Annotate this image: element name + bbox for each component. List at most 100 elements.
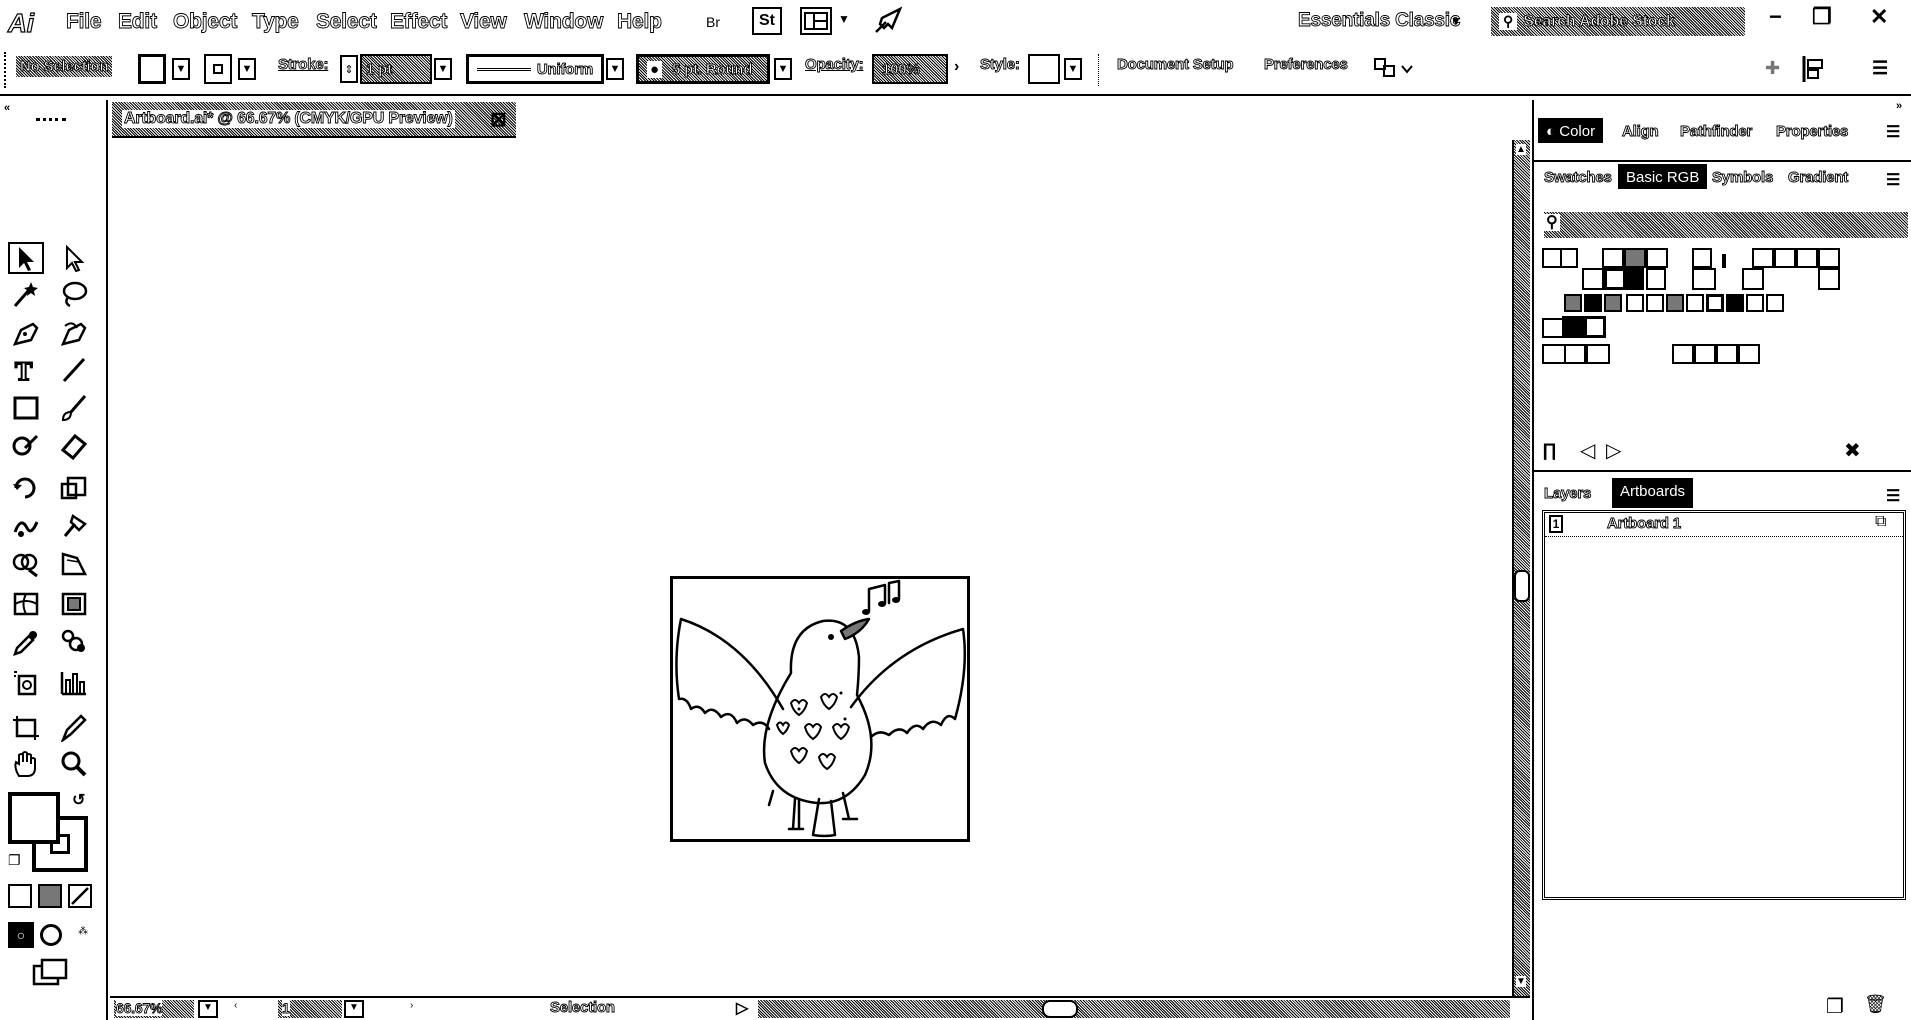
fill-swatch[interactable]	[138, 54, 166, 84]
symbol-swatch[interactable]	[1766, 294, 1784, 312]
next-library-icon[interactable]: ▷	[1606, 438, 1621, 463]
document-setup-button[interactable]: Document Setup	[1117, 56, 1234, 74]
document-tab[interactable]: Artboard.ai* @ 66.67% (CMYK/GPU Preview)	[112, 102, 516, 138]
minimize-button[interactable]: −	[1769, 4, 1782, 30]
vertical-scrollbar[interactable]: ▲ ▼	[1512, 140, 1530, 998]
panel-menu-icon[interactable]: ☰	[1886, 486, 1900, 506]
selection-tool-icon[interactable]	[8, 242, 44, 274]
puppet-warp-icon[interactable]	[56, 510, 92, 542]
symbol-swatch[interactable]	[1560, 248, 1578, 268]
align-icon[interactable]	[1800, 54, 1826, 89]
symbol-swatch[interactable]	[1716, 344, 1738, 364]
symbol-swatch[interactable]	[1626, 268, 1644, 290]
delete-symbol-icon[interactable]: ✖	[1844, 438, 1861, 463]
hand-tool-icon[interactable]	[8, 748, 44, 780]
chevron-down-icon[interactable]: ▼	[198, 1000, 218, 1018]
eraser-tool-icon[interactable]	[56, 430, 92, 462]
tab-align[interactable]: Align	[1616, 120, 1665, 143]
symbol-swatch[interactable]	[1584, 294, 1602, 312]
symbol-swatch[interactable]	[1582, 268, 1604, 290]
symbol-swatch[interactable]	[1746, 294, 1764, 312]
new-artboard-icon[interactable]: ❐	[1826, 994, 1844, 1019]
shape-builder-icon[interactable]	[8, 548, 44, 580]
rectangle-tool-icon[interactable]	[8, 392, 44, 424]
pen-tool-icon[interactable]	[8, 318, 44, 350]
menu-type[interactable]: Type	[252, 10, 300, 34]
chevron-down-icon[interactable]: ▼	[172, 58, 190, 80]
collapse-icon[interactable]: «	[4, 102, 10, 114]
menu-edit[interactable]: Edit	[118, 10, 158, 34]
opacity-field[interactable]: 100%	[872, 54, 948, 84]
previous-library-icon[interactable]: ◁	[1580, 438, 1595, 463]
symbol-library-icon[interactable]: ∏	[1542, 440, 1557, 461]
brush-definition[interactable]: ● 5 pt. Round	[636, 54, 770, 84]
canvas[interactable]	[110, 140, 1512, 998]
menu-help[interactable]: Help	[617, 10, 663, 34]
arrange-icon[interactable]	[1372, 56, 1416, 87]
scroll-down-icon[interactable]: ▼	[1516, 976, 1526, 987]
chevron-down-icon[interactable]: ▼	[238, 58, 256, 80]
draw-normal-icon[interactable]: ○	[8, 922, 34, 948]
fill-color-swatch[interactable]	[8, 792, 60, 844]
gradient-tool-icon[interactable]	[56, 588, 92, 620]
scroll-thumb[interactable]	[1514, 570, 1530, 602]
artboard-navigator[interactable]: 1	[278, 1000, 342, 1018]
tab-basic-rgb[interactable]: Basic RGB	[1618, 164, 1708, 189]
stroke-stepper[interactable]: ⇕	[340, 55, 358, 83]
chevron-down-icon[interactable]: ▼	[838, 12, 850, 26]
draw-behind-icon[interactable]	[40, 924, 62, 946]
tab-color[interactable]: ◐ Color	[1538, 118, 1604, 143]
chevron-down-icon[interactable]: ▼	[606, 58, 624, 80]
scroll-thumb[interactable]	[1042, 1000, 1078, 1018]
symbol-swatch[interactable]	[1586, 344, 1610, 364]
menu-select[interactable]: Select	[316, 10, 378, 34]
symbol-swatch[interactable]	[1692, 268, 1716, 290]
perspective-grid-icon[interactable]	[56, 548, 92, 580]
chevron-left-icon[interactable]: ‹	[234, 1000, 237, 1011]
chevron-down-icon[interactable]: ▼	[434, 58, 452, 80]
symbol-swatch[interactable]	[1692, 248, 1712, 268]
bridge-button[interactable]: Br	[706, 14, 720, 30]
direct-selection-tool-icon[interactable]	[56, 242, 92, 274]
symbol-swatch[interactable]	[1742, 268, 1764, 290]
symbol-swatch[interactable]	[1624, 248, 1646, 268]
tab-pathfinder[interactable]: Pathfinder	[1674, 120, 1758, 143]
symbol-swatch[interactable]	[1686, 294, 1704, 312]
symbol-swatch[interactable]	[1752, 248, 1774, 268]
slice-tool-icon[interactable]	[56, 712, 92, 744]
stroke-weight-field[interactable]: 1 pt	[360, 54, 432, 84]
horizontal-scrollbar[interactable]	[758, 1000, 1510, 1018]
screen-mode-icon[interactable]	[30, 958, 72, 988]
warp-tool-icon[interactable]	[8, 510, 44, 542]
chevron-down-icon[interactable]: ▼	[1450, 14, 1462, 28]
status-menu-icon[interactable]: ▷	[736, 998, 748, 1018]
draw-inside-icon[interactable]: ⁂	[78, 926, 88, 937]
symbol-swatch[interactable]	[1694, 344, 1716, 364]
tab-gradient[interactable]: Gradient	[1782, 166, 1854, 189]
column-graph-icon[interactable]	[56, 666, 92, 698]
scale-tool-icon[interactable]	[56, 472, 92, 504]
magic-wand-icon[interactable]	[8, 278, 44, 310]
menu-file[interactable]: File	[66, 10, 103, 34]
stock-button[interactable]: St	[752, 7, 782, 35]
symbol-swatch[interactable]	[1722, 254, 1726, 268]
scroll-up-icon[interactable]: ▲	[1516, 144, 1526, 155]
tab-properties[interactable]: Properties	[1770, 120, 1854, 143]
color-mode-icon[interactable]	[8, 884, 32, 908]
symbol-swatch[interactable]	[1564, 294, 1582, 312]
blend-tool-icon[interactable]	[56, 626, 92, 658]
symbol-swatch[interactable]	[1672, 344, 1694, 364]
graphic-style-swatch[interactable]	[1028, 54, 1060, 84]
chevron-right-icon[interactable]: ›	[954, 58, 959, 76]
chevron-down-icon[interactable]: ▼	[774, 58, 792, 80]
close-document-icon[interactable]: ⊠	[490, 107, 507, 132]
menu-view[interactable]: View	[460, 10, 508, 34]
symbol-swatch[interactable]	[1584, 316, 1606, 338]
symbol-swatch[interactable]	[1726, 294, 1744, 312]
mesh-tool-icon[interactable]	[8, 588, 44, 620]
symbol-swatch[interactable]	[1604, 268, 1626, 290]
symbol-swatch[interactable]	[1646, 294, 1664, 312]
arrange-documents-icon[interactable]	[800, 7, 832, 35]
symbol-swatch[interactable]	[1542, 248, 1562, 268]
swap-colors-icon[interactable]: ↺	[72, 790, 85, 810]
